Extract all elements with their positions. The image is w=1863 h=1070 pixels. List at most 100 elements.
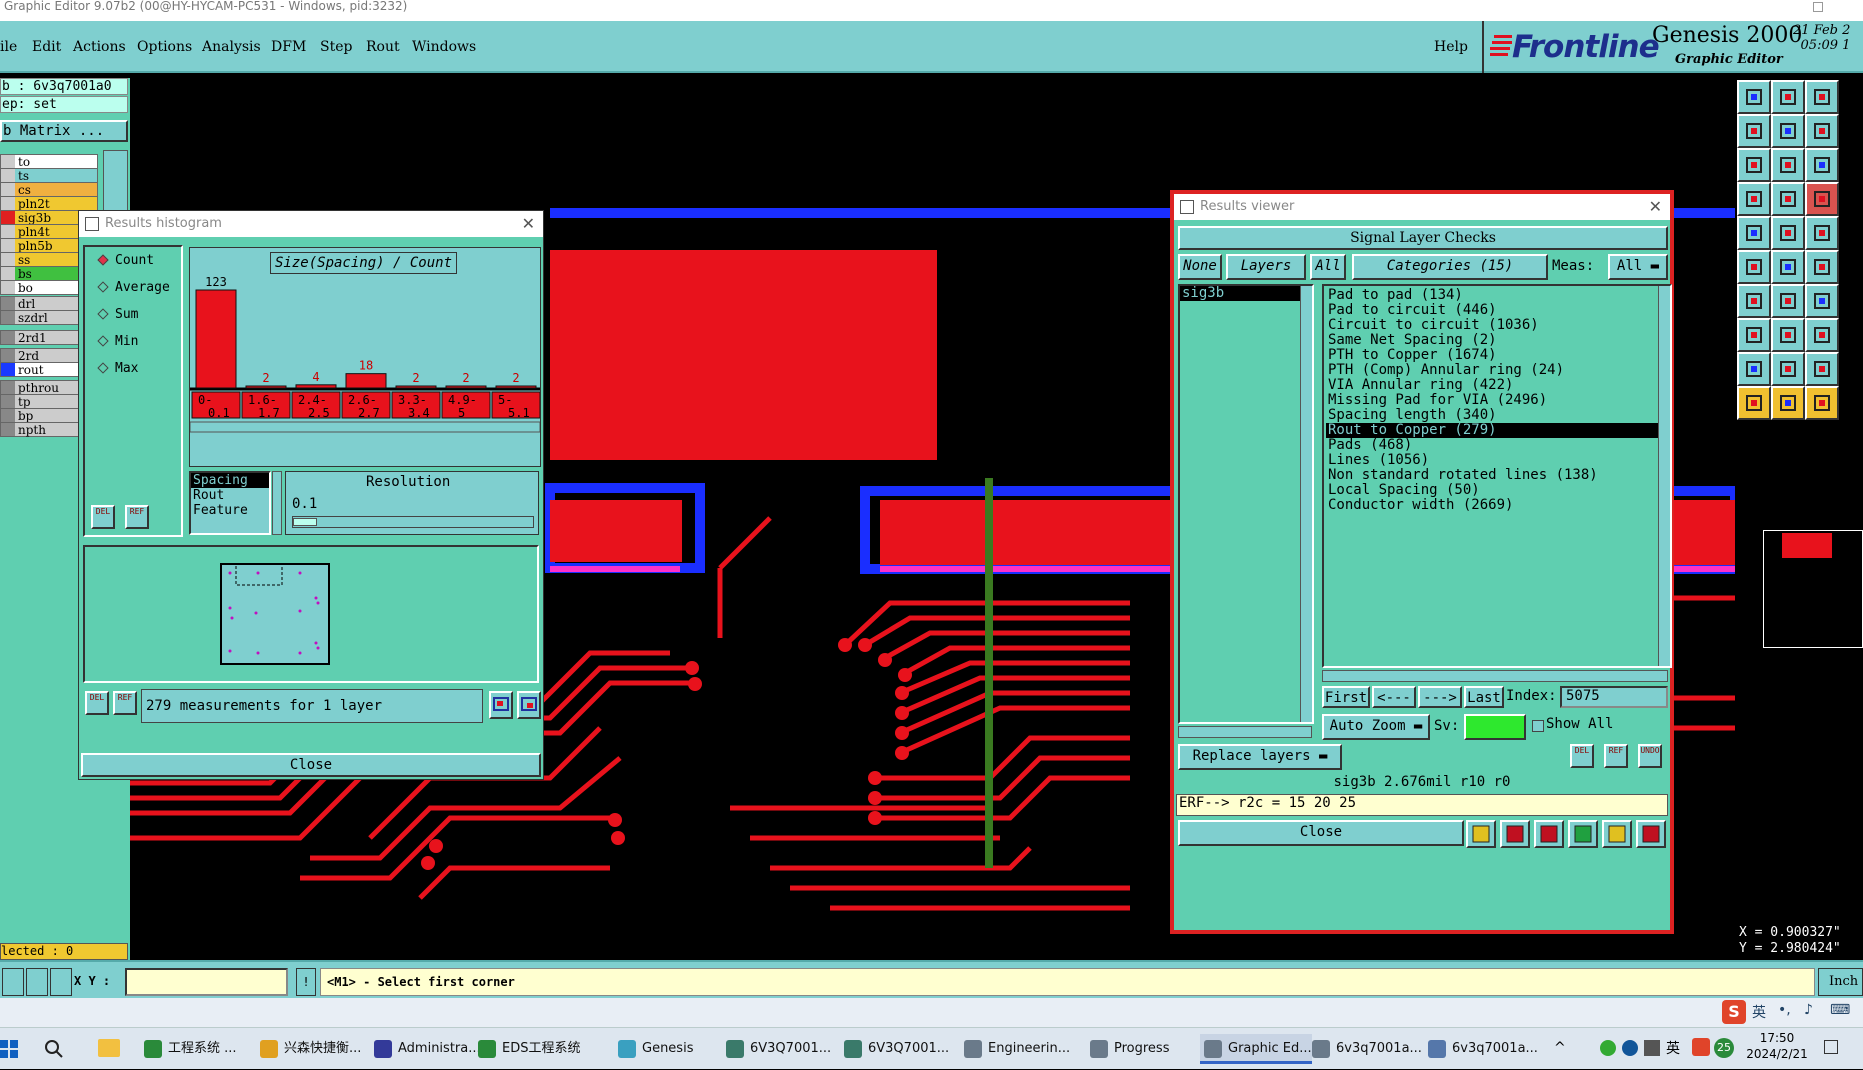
field-spacing[interactable]: Spacing [191, 473, 269, 488]
overview-map[interactable] [1763, 530, 1863, 648]
menu-windows[interactable]: Windows [412, 39, 476, 55]
layer-item[interactable]: cs [0, 182, 98, 197]
taskbar-app[interactable]: Administra... [370, 1034, 481, 1064]
line-icon[interactable] [1805, 250, 1839, 284]
network-icon[interactable] [1644, 1040, 1660, 1056]
category-item[interactable]: Non standard rotated lines (138) [1326, 468, 1668, 483]
measure-icon[interactable] [26, 968, 48, 996]
layer-color-swatch[interactable] [1, 423, 15, 436]
layers-button[interactable]: Layers [1226, 254, 1306, 280]
check-icon[interactable] [1568, 820, 1598, 848]
menu-edit[interactable]: Edit [32, 39, 61, 55]
clock[interactable]: 17:50 2024/2/21 [1742, 1030, 1812, 1062]
tray-app-icon-2[interactable] [1622, 1040, 1638, 1056]
triangle3-icon[interactable] [1805, 352, 1839, 386]
mode-count[interactable]: Count [97, 253, 154, 268]
layer-color-swatch[interactable] [1, 331, 15, 344]
save-icon[interactable] [1771, 80, 1805, 114]
menu-rout[interactable]: Rout [366, 39, 400, 55]
flag-icon[interactable] [1466, 820, 1496, 848]
layer-item[interactable]: to [0, 154, 98, 169]
menu-step[interactable]: Step [320, 39, 352, 55]
category-item[interactable]: Lines (1056) [1326, 453, 1668, 468]
meas-select[interactable]: All ▬ [1608, 254, 1668, 280]
arc-icon[interactable] [1805, 284, 1839, 318]
layer-color-swatch[interactable] [1, 253, 15, 266]
layer-item-sig3b[interactable]: sig3b [1180, 286, 1300, 301]
close-icon[interactable]: ✕ [522, 211, 535, 237]
draw-line-icon[interactable] [1737, 284, 1771, 318]
replace-layers-select[interactable]: Replace layers ▬ [1178, 744, 1342, 770]
layer-color-swatch[interactable] [1, 225, 15, 238]
category-item[interactable]: Pad to pad (134) [1326, 288, 1668, 303]
menu-dfm[interactable]: DFM [271, 39, 306, 55]
grid-icon[interactable] [50, 968, 72, 996]
maximize-icon[interactable] [1813, 2, 1823, 12]
taskbar-app[interactable]: Genesis [614, 1034, 693, 1064]
ime-logo-icon[interactable]: S [1722, 1000, 1746, 1024]
tray-lang[interactable]: 英 [1666, 1038, 1680, 1058]
file-explorer-icon[interactable] [98, 1039, 120, 1057]
field-rout[interactable]: Rout [191, 488, 269, 503]
taskbar-app[interactable]: Progress [1086, 1034, 1169, 1064]
draw-line2-icon[interactable] [1771, 284, 1805, 318]
show-desktop-icon[interactable] [1824, 1040, 1838, 1054]
report-icon[interactable] [517, 691, 541, 719]
category-item[interactable]: PTH to Copper (1674) [1326, 348, 1668, 363]
layer-color-swatch[interactable] [1, 155, 15, 168]
layer-color-swatch[interactable] [1, 363, 15, 376]
scale-1-2-icon[interactable] [1805, 148, 1839, 182]
categories-button[interactable]: Categories (15) [1352, 254, 1548, 280]
job-matrix-button[interactable]: b Matrix ... [0, 120, 128, 142]
field-scrollbar[interactable] [272, 471, 282, 535]
search-icon[interactable] [44, 1039, 64, 1059]
mode-min[interactable]: Min [97, 334, 138, 349]
taskbar-app[interactable]: Engineerin... [960, 1034, 1070, 1064]
layer-color-swatch[interactable] [1, 211, 15, 224]
menu-options[interactable]: Options [137, 39, 192, 55]
camera-icon[interactable] [1737, 216, 1771, 250]
category-scrollbar[interactable] [1658, 286, 1670, 666]
viewer-undo-button[interactable]: UNDO [1638, 744, 1662, 768]
triangle-icon[interactable] [1737, 352, 1771, 386]
category-item[interactable]: Conductor width (2669) [1326, 498, 1668, 513]
layer-color-swatch[interactable] [1, 409, 15, 422]
layer-color-swatch[interactable] [1, 183, 15, 196]
viewer-close-button[interactable]: Close [1178, 820, 1464, 846]
taskbar-app[interactable]: Graphic Ed... [1200, 1034, 1312, 1064]
sv-select[interactable] [1464, 714, 1526, 740]
prev-button[interactable]: <--- [1372, 686, 1416, 708]
taskbar-app[interactable]: EDS工程系统 [474, 1034, 580, 1064]
layer-color-swatch[interactable] [1, 349, 15, 362]
all-button[interactable]: All [1310, 254, 1346, 280]
show-all-checkbox[interactable] [1532, 720, 1544, 732]
category-hscroll[interactable] [1322, 670, 1668, 682]
category-item[interactable]: Pad to circuit (446) [1326, 303, 1668, 318]
layer-color-swatch[interactable] [1, 267, 15, 280]
grid-snap-icon[interactable] [1805, 182, 1839, 216]
units-button[interactable]: Inch [1818, 968, 1863, 996]
taskbar-app[interactable]: 6V3Q7001... [722, 1034, 831, 1064]
layer-hscroll[interactable] [1178, 726, 1312, 738]
taskbar-app[interactable]: 6v3q7001a... [1424, 1034, 1538, 1064]
xy-input[interactable] [125, 968, 288, 996]
layer-color-swatch[interactable] [1, 169, 15, 182]
layer-item[interactable]: pln2t [0, 196, 98, 211]
layer-list-scrollbar[interactable] [1300, 286, 1312, 722]
taskbar-app[interactable]: 6v3q7001a... [1308, 1034, 1422, 1064]
last-button[interactable]: Last [1464, 686, 1504, 708]
del-button-bottom[interactable]: DEL [85, 691, 109, 715]
del-button[interactable]: DEL [91, 505, 115, 529]
ime-punct-icon[interactable]: •, [1778, 1002, 1791, 1018]
category-item[interactable]: Missing Pad for VIA (2496) [1326, 393, 1668, 408]
resolution-slider[interactable] [292, 516, 534, 528]
taskbar-app[interactable]: 工程系统 ... [140, 1034, 237, 1064]
first-button[interactable]: First [1322, 686, 1370, 708]
none-button[interactable]: None [1178, 254, 1222, 280]
delete-icon[interactable] [1534, 820, 1564, 848]
menu-analysis[interactable]: Analysis [202, 39, 261, 55]
field-feature[interactable]: Feature [191, 503, 269, 518]
home-icon[interactable] [1805, 80, 1839, 114]
keyboard-icon[interactable]: ⌨ [1830, 1002, 1850, 1018]
info-icon[interactable]: ! [296, 968, 316, 996]
